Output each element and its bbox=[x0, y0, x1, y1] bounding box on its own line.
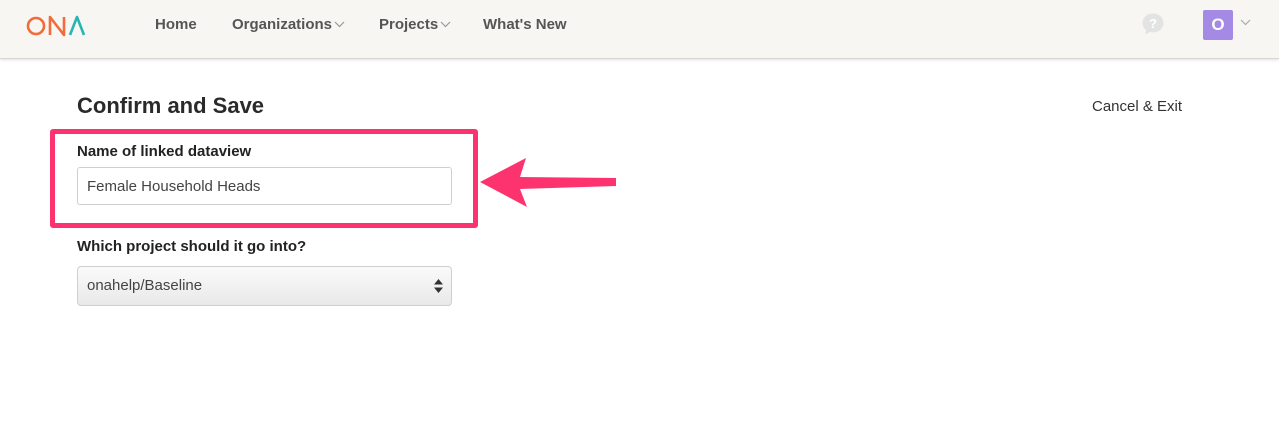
project-select-label: Which project should it go into? bbox=[77, 238, 307, 255]
nav-projects-label: Projects bbox=[379, 16, 439, 33]
annotation-arrow-icon bbox=[480, 158, 616, 207]
chevron-down-icon[interactable] bbox=[1240, 19, 1251, 26]
svg-text:?: ? bbox=[1149, 16, 1157, 31]
chevron-down-icon bbox=[440, 21, 451, 27]
dataview-name-label: Name of linked dataview bbox=[77, 143, 252, 160]
select-arrows-icon bbox=[434, 279, 443, 293]
nav-organizations[interactable]: Organizations bbox=[232, 16, 345, 34]
nav-home[interactable]: Home bbox=[155, 16, 197, 34]
page-title: Confirm and Save bbox=[77, 93, 265, 118]
project-select-value: onahelp/Baseline bbox=[87, 277, 203, 294]
project-select[interactable]: onahelp/Baseline bbox=[77, 266, 452, 306]
cancel-exit-link[interactable]: Cancel & Exit bbox=[1092, 97, 1182, 117]
chevron-down-icon bbox=[334, 21, 345, 27]
nav-organizations-label: Organizations bbox=[232, 16, 333, 33]
ona-logo[interactable] bbox=[26, 14, 94, 38]
nav-whats-new[interactable]: What's New bbox=[483, 16, 567, 34]
dataview-name-input[interactable] bbox=[77, 167, 452, 205]
user-avatar[interactable]: O bbox=[1203, 10, 1233, 40]
nav-projects[interactable]: Projects bbox=[379, 16, 451, 34]
top-navbar: Home Organizations Projects What's New ?… bbox=[0, 0, 1279, 59]
question-bubble-icon[interactable]: ? bbox=[1141, 12, 1165, 36]
